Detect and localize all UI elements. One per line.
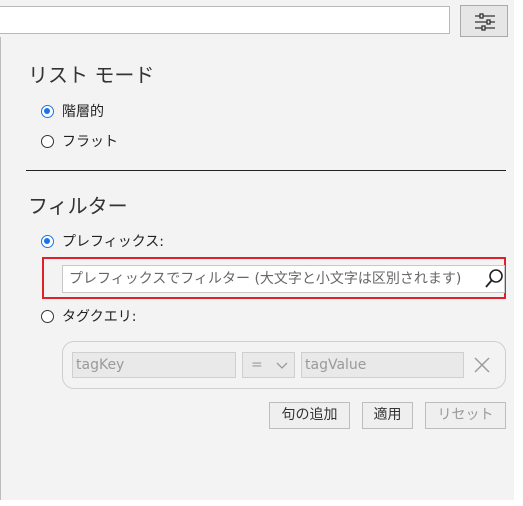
radio-prefix-button[interactable] [41,234,54,248]
radio-prefix[interactable]: プレフィックス: [41,231,164,251]
radio-flat-button[interactable] [41,134,54,148]
close-icon[interactable] [474,357,490,373]
prefix-filter-input[interactable]: プレフィックスでフィルター (大文字と小文字は区別されます) [62,265,505,293]
radio-hierarchical[interactable]: 階層的 [41,101,104,121]
radio-flat-label: フラット [62,134,118,150]
sliders-icon [475,13,495,31]
tag-operator-value: = [251,357,263,373]
tag-value-input[interactable]: tagValue [301,352,464,378]
top-search-input[interactable] [0,6,450,34]
radio-prefix-label: プレフィックス: [62,234,165,250]
radio-tag-query-button[interactable] [41,309,54,323]
chevron-down-icon [276,362,288,369]
filter-title: フィルター [28,194,128,218]
section-divider [26,170,506,171]
radio-tag-query-label: タグクエリ: [62,309,137,325]
tag-key-input[interactable]: tagKey [72,352,236,378]
apply-button[interactable]: 適用 [362,402,413,429]
list-mode-title: リスト モード [28,63,155,87]
radio-hierarchical-label: 階層的 [62,104,104,120]
panel-left-border [0,37,1,500]
tag-operator-select[interactable]: = [242,352,295,378]
radio-tag-query[interactable]: タグクエリ: [41,306,136,326]
reset-button[interactable]: リセット [425,402,506,429]
radio-hierarchical-button[interactable] [41,104,54,118]
add-clause-button[interactable]: 句の追加 [269,402,350,429]
radio-flat[interactable]: フラット [41,131,118,151]
search-icon[interactable] [484,268,504,290]
filter-options-button[interactable] [460,5,508,37]
